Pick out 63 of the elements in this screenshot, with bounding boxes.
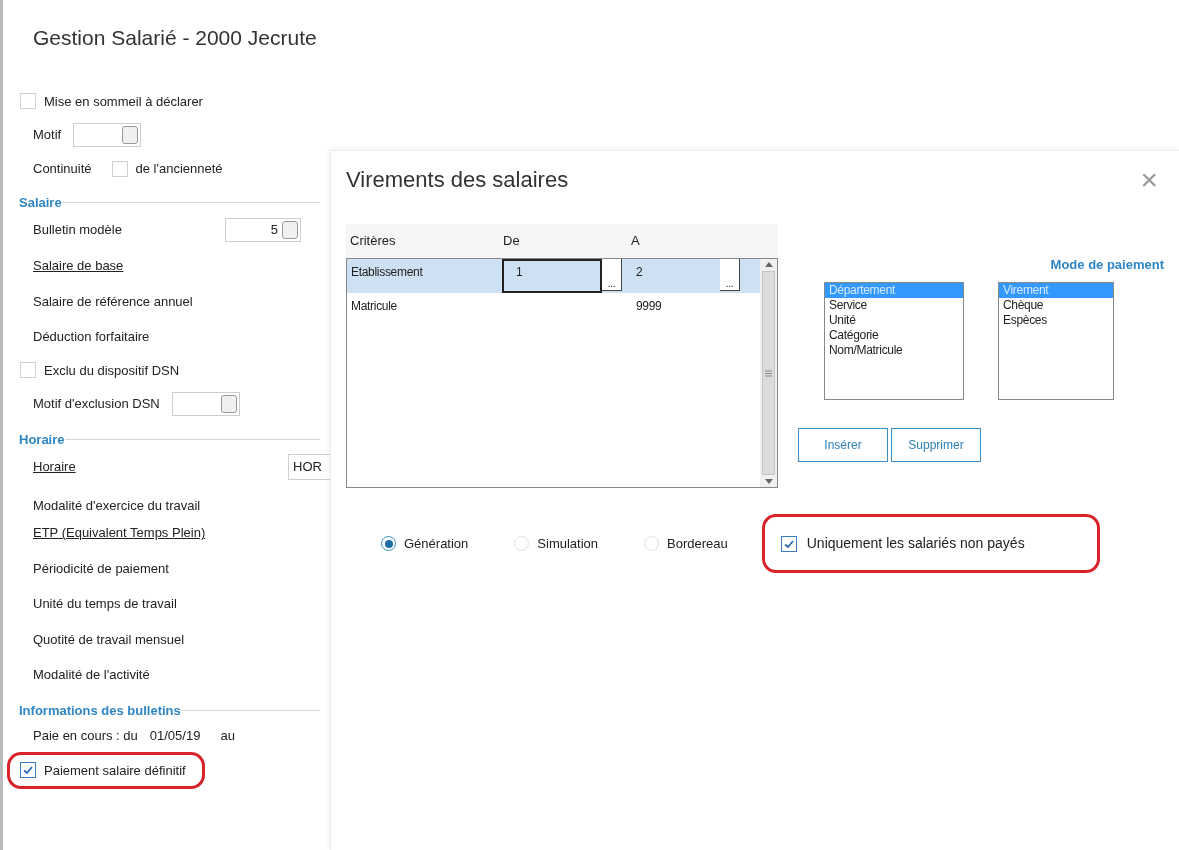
checkbox-label: Paiement salaire définitif xyxy=(44,761,186,780)
table-cell-text: 9999 xyxy=(635,298,663,315)
table-cell[interactable]: 1 xyxy=(502,259,602,293)
checkbox-label: Uniquement les salariés non payés xyxy=(806,534,1025,553)
lookup-button[interactable] xyxy=(282,221,298,239)
field-label: Salaire de référence annuel xyxy=(33,293,193,309)
field-label: Continuité xyxy=(33,160,92,178)
lookup-field[interactable] xyxy=(73,123,142,147)
field-label: Motif xyxy=(33,126,62,145)
section-heading: Salaire xyxy=(19,193,62,212)
list-item[interactable]: Chèque xyxy=(999,298,1113,313)
table-cell-text: 2 xyxy=(635,264,644,281)
column-header: Critères xyxy=(349,232,397,251)
section-heading: Horaire xyxy=(19,431,65,449)
scroll-up-icon[interactable] xyxy=(764,262,773,267)
section-heading: Informations des bulletins xyxy=(19,701,181,720)
field-label: Quotité de travail mensuel xyxy=(33,631,185,647)
checkbox-label: Mise en sommeil à déclarer xyxy=(44,92,203,111)
lookup-field[interactable] xyxy=(171,392,240,416)
list-item[interactable]: Espèces xyxy=(999,313,1113,328)
dialog-title: Virements des salaires xyxy=(346,166,569,194)
field-label: Déduction forfaitaire xyxy=(33,329,150,344)
list-item[interactable]: Service xyxy=(825,298,963,313)
column-header: De xyxy=(502,232,521,251)
lookup-button[interactable]: ... xyxy=(720,259,740,291)
field-label: Motif d'exclusion DSN xyxy=(33,395,160,414)
grip-icon xyxy=(765,369,772,377)
field-label: Unité du temps de travail xyxy=(33,596,177,611)
scrollbar[interactable] xyxy=(760,259,777,487)
lookup-button[interactable] xyxy=(122,126,139,144)
window-title: Gestion Salarié - 2000 Jecrute xyxy=(32,25,318,51)
action-button[interactable]: Insérer xyxy=(798,428,888,462)
checkbox[interactable] xyxy=(20,762,36,779)
table-row[interactable]: Etablissement 1 ... 2 ... xyxy=(347,259,760,293)
checkbox[interactable] xyxy=(780,535,797,552)
link[interactable]: Salaire de base xyxy=(33,258,124,273)
radio-label: Simulation xyxy=(537,534,599,553)
field-label: Modalité d'exercice du travail xyxy=(33,497,201,513)
field-label: au xyxy=(220,727,235,745)
table-cell-text: Matricule xyxy=(350,298,398,315)
field-label: Périodicité de paiement xyxy=(33,560,169,576)
radio-label: Génération xyxy=(404,534,469,553)
list-item[interactable]: Nom/Matricule xyxy=(825,343,963,358)
lookup-button[interactable] xyxy=(220,395,237,413)
scroll-down-icon[interactable] xyxy=(764,479,773,484)
lookup-field[interactable]: 5 xyxy=(225,218,301,242)
link[interactable]: Horaire xyxy=(33,456,76,477)
checkmark-icon xyxy=(22,764,34,777)
lookup-button[interactable]: ... xyxy=(602,259,622,291)
column-header: A xyxy=(630,232,640,251)
list-item[interactable]: Unité xyxy=(825,313,963,328)
field-label: Modalité de l'activité xyxy=(33,667,150,682)
checkbox-label: Exclu du dispositif DSN xyxy=(44,361,180,380)
checkbox-label: de l'ancienneté xyxy=(135,160,223,178)
radio-label: Bordereau xyxy=(667,534,728,553)
date-value: 01/05/19 xyxy=(149,727,201,745)
field-label: Bulletin modèle xyxy=(33,221,123,240)
list-item[interactable]: Catégorie xyxy=(825,328,963,343)
link[interactable]: ETP (Equivalent Temps Plein) xyxy=(33,525,206,540)
field-label: Paie en cours : du xyxy=(33,727,138,745)
action-button[interactable]: Supprimer xyxy=(891,428,981,462)
list-heading: Mode de paiement xyxy=(1050,255,1164,274)
table-cell-text: Etablissement xyxy=(350,264,424,281)
